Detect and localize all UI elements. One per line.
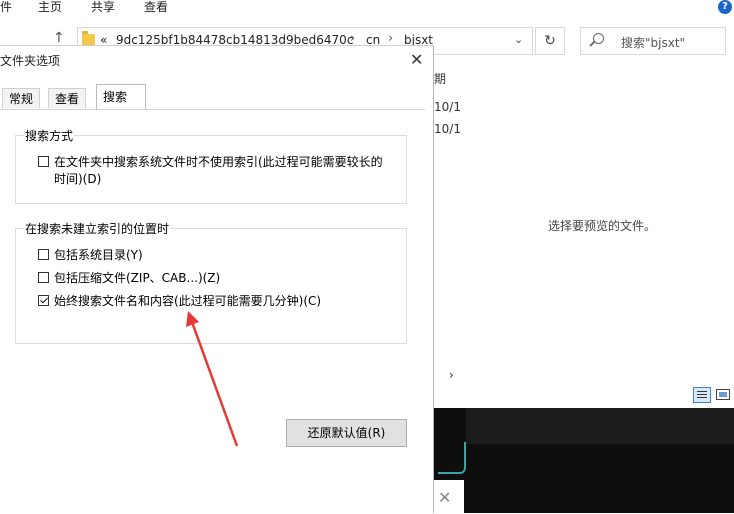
help-icon[interactable]: ? [718, 0, 732, 14]
ribbon-tab-share[interactable]: 共享 [91, 0, 115, 16]
option-label: 在文件夹中搜索系统文件时不使用索引(此过程可能需要较长的 [54, 155, 383, 169]
decorative-frame [438, 442, 466, 474]
breadcrumb-separator: › [388, 31, 394, 46]
checkbox[interactable] [38, 249, 49, 260]
option-no-index-system-files[interactable]: 在文件夹中搜索系统文件时不使用索引(此过程可能需要较长的 时间)(D) [38, 154, 398, 190]
large-icons-view-icon[interactable] [716, 389, 730, 400]
preview-message: 选择要预览的文件。 [548, 219, 657, 233]
background-window-header [466, 408, 734, 444]
tab-panel-search: 搜索方式 在文件夹中搜索系统文件时不使用索引(此过程可能需要较长的 时间)(D)… [0, 109, 425, 514]
close-icon[interactable]: ✕ [438, 488, 451, 507]
breadcrumb-separator: › [350, 31, 356, 46]
date-cell: 10/1 [434, 100, 461, 114]
checkbox[interactable] [38, 156, 49, 167]
option-label: 始终搜索文件名和内容(此过程可能需要几分钟)(C) [54, 294, 322, 308]
group-non-indexed-locations: 在搜索未建立索引的位置时 包括系统目录(Y) 包括压缩文件(ZIP、CAB...… [15, 220, 407, 344]
search-icon [593, 33, 604, 44]
group-title: 在搜索未建立索引的位置时 [24, 220, 171, 237]
date-cell: 10/1 [434, 122, 461, 136]
group-search-method: 搜索方式 在文件夹中搜索系统文件时不使用索引(此过程可能需要较长的 时间)(D) [15, 127, 407, 204]
folder-options-dialog: 文件夹选项 ✕ 常规 查看 搜索 搜索方式 在文件夹中搜索系统文件时不使用索引(… [0, 45, 434, 514]
column-header-date[interactable]: 期 [434, 70, 446, 87]
chevron-down-icon[interactable]: ⌄ [514, 33, 523, 46]
tab-search[interactable]: 搜索 [96, 84, 146, 109]
option-label: 包括系统目录(Y) [54, 248, 143, 262]
scroll-right-icon[interactable]: › [449, 368, 454, 382]
search-placeholder: 搜索"bjsxt" [621, 36, 686, 50]
ribbon-tab-file[interactable]: 件 [0, 0, 12, 16]
dialog-close-icon[interactable]: ✕ [410, 50, 423, 69]
tab-view[interactable]: 查看 [48, 88, 87, 108]
ribbon-tab-view[interactable]: 查看 [144, 0, 168, 16]
option-label-cont: 时间)(D) [54, 172, 102, 186]
checkbox[interactable] [38, 272, 49, 283]
dialog-title: 文件夹选项 [0, 54, 61, 68]
checkbox-checked[interactable] [38, 295, 49, 306]
ribbon: 件 主页 共享 查看 ? [0, 0, 734, 16]
option-label: 包括压缩文件(ZIP、CAB...)(Z) [54, 271, 221, 285]
details-view-icon[interactable] [693, 387, 711, 403]
restore-defaults-button[interactable]: 还原默认值(R) [286, 419, 407, 447]
refresh-icon: ↻ [544, 33, 556, 49]
up-arrow-icon[interactable]: ↑ [53, 30, 65, 46]
refresh-button[interactable]: ↻ [535, 27, 565, 55]
group-title: 搜索方式 [24, 127, 75, 144]
dialog-tabstrip: 常规 查看 搜索 [0, 84, 434, 110]
search-input[interactable]: 搜索"bjsxt" [580, 27, 726, 55]
tab-general[interactable]: 常规 [2, 88, 41, 108]
ribbon-tab-home[interactable]: 主页 [38, 0, 62, 16]
